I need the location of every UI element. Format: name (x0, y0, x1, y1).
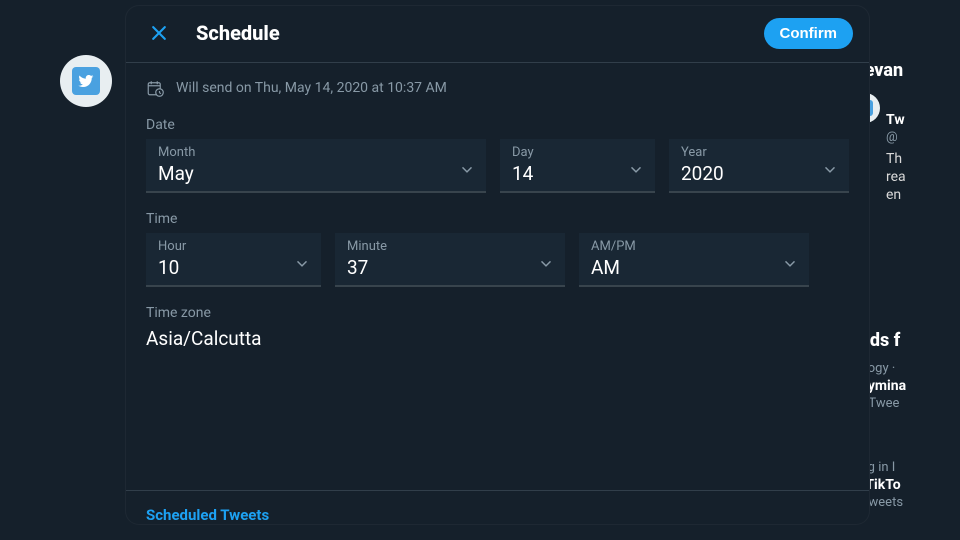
timezone-label: Time zone (146, 305, 849, 321)
modal-header: Schedule Confirm (126, 6, 869, 63)
modal-title: Schedule (196, 21, 744, 45)
time-row: Hour 10 Minute 37 AM/PM AM (146, 233, 849, 287)
twitter-icon (72, 67, 100, 95)
timezone-value: Asia/Calcutta (146, 327, 849, 350)
minute-select[interactable]: Minute 37 (335, 233, 565, 287)
ampm-label: AM/PM (591, 239, 797, 254)
chevron-down-icon (781, 255, 799, 277)
date-section-label: Date (146, 117, 849, 133)
minute-label: Minute (347, 239, 553, 254)
month-select[interactable]: Month May (146, 139, 486, 193)
close-icon (149, 23, 169, 43)
timezone-block: Time zone Asia/Calcutta (146, 305, 849, 350)
bg-line-1: Th (886, 151, 906, 167)
compose-avatar (60, 55, 112, 107)
year-value: 2020 (681, 162, 837, 185)
modal-footer: Scheduled Tweets (126, 490, 869, 524)
ampm-value: AM (591, 256, 797, 279)
send-time-text: Will send on Thu, May 14, 2020 at 10:37 … (176, 80, 447, 96)
calendar-clock-icon (146, 79, 164, 97)
day-select[interactable]: Day 14 (500, 139, 655, 193)
chevron-down-icon (537, 255, 555, 277)
year-label: Year (681, 145, 837, 160)
modal-body: Will send on Thu, May 14, 2020 at 10:37 … (126, 63, 869, 490)
hour-value: 10 (158, 256, 309, 279)
ampm-select[interactable]: AM/PM AM (579, 233, 809, 287)
month-value: May (158, 162, 474, 185)
day-label: Day (512, 145, 643, 160)
schedule-modal: Schedule Confirm Will send on Thu, May 1… (125, 5, 870, 525)
bg-account-name: Tw (886, 112, 906, 128)
bg-line-2: rea (886, 169, 906, 185)
hour-label: Hour (158, 239, 309, 254)
date-row: Month May Day 14 Year 2020 (146, 139, 849, 193)
bg-account-at: @ (886, 130, 906, 145)
time-section-label: Time (146, 211, 849, 227)
close-button[interactable] (142, 16, 176, 50)
chevron-down-icon (458, 161, 476, 183)
day-value: 14 (512, 162, 643, 185)
bg-line-3: en (886, 187, 906, 203)
year-select[interactable]: Year 2020 (669, 139, 849, 193)
month-label: Month (158, 145, 474, 160)
chevron-down-icon (821, 161, 839, 183)
scheduled-tweets-link[interactable]: Scheduled Tweets (146, 506, 269, 524)
hour-select[interactable]: Hour 10 (146, 233, 321, 287)
send-time-summary: Will send on Thu, May 14, 2020 at 10:37 … (146, 79, 849, 97)
chevron-down-icon (293, 255, 311, 277)
chevron-down-icon (627, 161, 645, 183)
minute-value: 37 (347, 256, 553, 279)
confirm-button[interactable]: Confirm (764, 18, 854, 49)
